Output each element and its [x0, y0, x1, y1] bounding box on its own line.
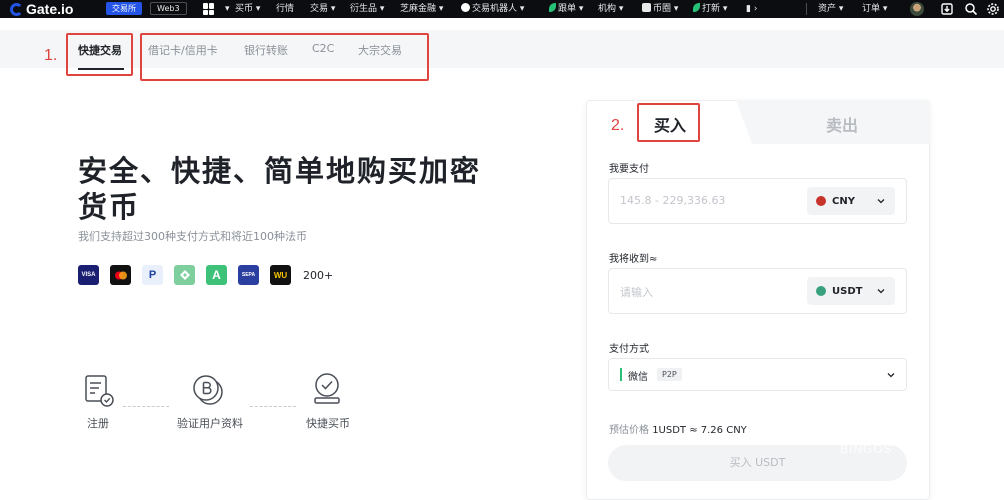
payment-methods-row: VISA P A SEPA WU 200+ — [78, 265, 333, 285]
apps-grid-icon[interactable] — [203, 3, 215, 15]
register-form-icon — [85, 375, 114, 407]
nav-trading-bots[interactable]: 交易机器人 ▾ — [461, 0, 524, 18]
nav-buy-crypto[interactable]: 买币 ▾ — [235, 0, 260, 18]
chevron-down-icon — [887, 373, 895, 378]
verify-coin-icon — [193, 375, 223, 405]
payment-method-value: 微信 — [628, 372, 648, 383]
watermark-text: BINGOS — [840, 442, 893, 456]
tab-exchange[interactable]: 交易所 — [106, 2, 142, 15]
nav-divider — [806, 3, 807, 15]
page-title: 安全、快捷、简单地购买加密货币 — [78, 154, 482, 224]
nav-derivatives[interactable]: 衍生品 ▾ — [350, 0, 384, 18]
bot-coin-icon — [461, 3, 470, 12]
annotation-box-quick-trade — [66, 33, 133, 76]
step-quick-buy: 快捷买币 — [306, 417, 350, 430]
search-icon[interactable] — [964, 2, 978, 16]
receive-currency-value: USDT — [832, 285, 863, 297]
download-icon[interactable] — [940, 2, 954, 16]
paypal-icon: P — [142, 265, 163, 285]
tab-sell[interactable]: 卖出 — [826, 112, 858, 136]
nav-assets[interactable]: 资产 ▾ — [818, 0, 843, 18]
pay-currency-value: CNY — [832, 195, 855, 207]
payment-method-label: 支付方式 — [609, 344, 649, 355]
payment-methods-count: 200+ — [303, 268, 334, 282]
cny-flag-icon — [816, 196, 826, 206]
nav-crypto-circle[interactable]: 币圈 ▾ — [642, 0, 678, 18]
chevron-down-icon — [877, 199, 885, 204]
nav-chevron-icon: ▾ — [225, 4, 230, 14]
payment-method-select[interactable]: 微信 P2P — [608, 358, 907, 391]
logo-text: Gate.io — [26, 1, 74, 17]
receive-amount-label: 我将收到≈ — [609, 254, 658, 265]
western-union-icon: WU — [270, 265, 291, 285]
settings-gear-icon[interactable] — [986, 2, 1000, 16]
a-logo-icon: A — [206, 265, 227, 285]
gateio-logo[interactable]: Gate.io — [10, 0, 73, 18]
circle-icon — [642, 3, 651, 12]
nav-finance[interactable]: 芝麻金融 ▾ — [400, 0, 443, 18]
gate-logo-icon — [10, 2, 23, 16]
estimated-price: 预估价格 1USDT ≈ 7.26 CNY — [609, 425, 747, 436]
avatar[interactable] — [910, 2, 924, 16]
nav-more-icon[interactable]: ▮ › — [746, 0, 757, 18]
estimated-price-value: 1USDT ≈ 7.26 CNY — [652, 425, 747, 436]
sepa-icon: SEPA — [238, 265, 259, 285]
receive-amount-field[interactable]: 请输入 USDT — [608, 268, 907, 314]
page-subtitle: 我们支持超过300种支付方式和将近100种法币 — [78, 230, 307, 243]
wechat-indicator — [620, 368, 622, 381]
annotation-label-2: 2. — [611, 117, 625, 134]
pay-amount-placeholder[interactable]: 145.8 - 229,336.63 — [620, 194, 725, 207]
receive-amount-placeholder[interactable]: 请输入 — [620, 284, 653, 300]
pay-amount-field[interactable]: 145.8 - 229,336.63 CNY — [608, 178, 907, 224]
top-navbar: Gate.io 交易所 Web3 ▾ 买币 ▾ 行情 交易 ▾ 衍生品 ▾ 芝麻… — [0, 0, 1004, 18]
nav-markets[interactable]: 行情 — [276, 0, 294, 18]
p2p-badge: P2P — [657, 368, 682, 381]
nav-trade[interactable]: 交易 ▾ — [310, 0, 335, 18]
nav-copy-trading[interactable]: 跟单 ▾ — [549, 0, 583, 18]
step-connector — [250, 406, 296, 407]
pay-amount-label: 我要支付 — [609, 164, 649, 175]
mastercard-icon — [110, 265, 131, 285]
step-register: 注册 — [87, 417, 109, 430]
annotation-box-buy-tab — [637, 103, 700, 142]
tab-web3[interactable]: Web3 — [150, 2, 187, 15]
chevron-down-icon — [877, 289, 885, 294]
launch-icon — [693, 3, 700, 12]
quick-buy-icon — [314, 373, 340, 404]
annotation-label-1: 1. — [44, 47, 58, 64]
usdt-coin-icon — [816, 286, 826, 296]
nav-launch[interactable]: 打新 ▾ — [693, 0, 727, 18]
step-verify-profile: 验证用户资料 — [177, 417, 243, 430]
green-diamond-icon — [174, 265, 195, 285]
annotation-box-other-tabs — [140, 33, 429, 81]
visa-icon: VISA — [78, 265, 99, 285]
leaf-icon — [549, 3, 556, 12]
receive-currency-select[interactable]: USDT — [807, 277, 895, 305]
pay-currency-select[interactable]: CNY — [807, 187, 895, 215]
nav-orders[interactable]: 订单 ▾ — [862, 0, 887, 18]
nav-institutional[interactable]: 机构 ▾ — [598, 0, 623, 18]
step-connector — [123, 406, 169, 407]
